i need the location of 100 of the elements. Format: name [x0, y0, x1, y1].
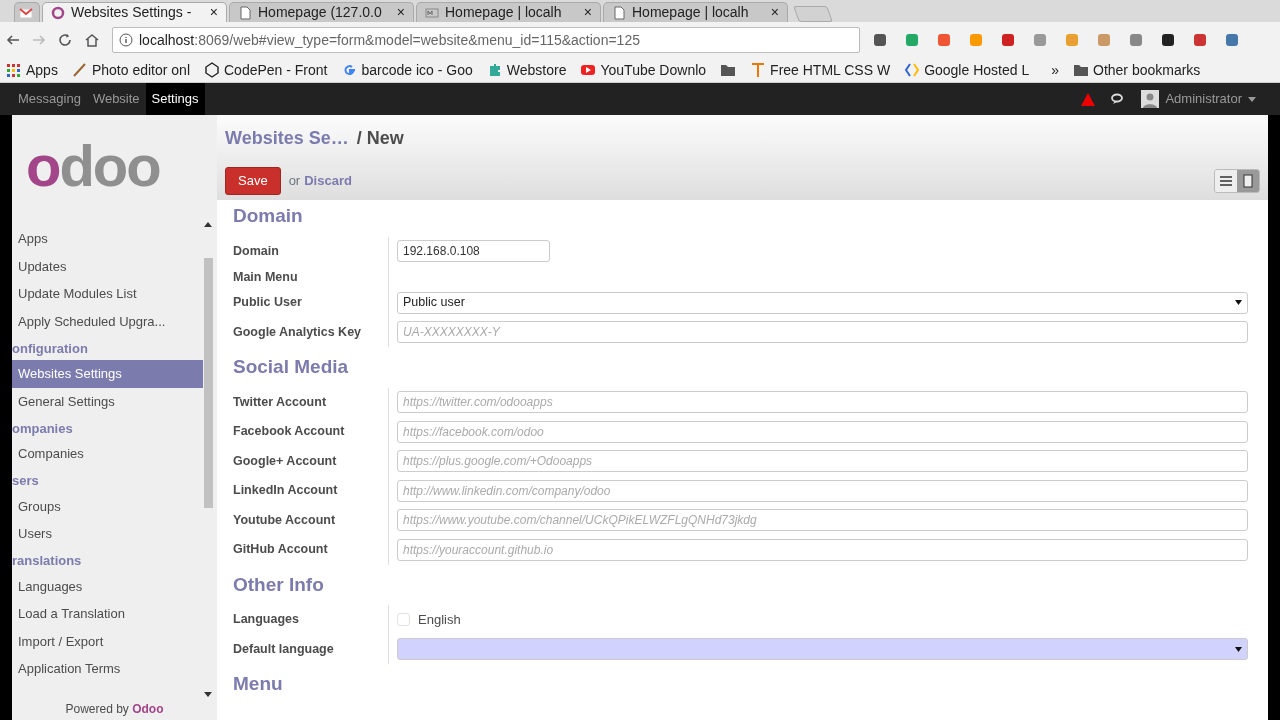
sidebar-item[interactable]: Groups: [12, 492, 203, 520]
top-menu-item[interactable]: Messaging: [12, 83, 87, 115]
browser-tab[interactable]: Homepage (127.0.0 ×: [229, 2, 414, 22]
gmail-icon: [19, 5, 33, 20]
field-label: Default language: [233, 640, 335, 658]
save-button[interactable]: Save: [225, 167, 281, 195]
field-label: Domain: [233, 242, 280, 260]
field-label: Google+ Account: [233, 452, 338, 470]
sidebar-item[interactable]: Load a Translation: [12, 600, 203, 628]
more-bookmarks-button[interactable]: »: [1051, 59, 1059, 81]
extension-icon[interactable]: [1160, 32, 1176, 48]
scrollbar-thumb[interactable]: [204, 258, 213, 508]
top-menu-item[interactable]: Website: [86, 83, 146, 115]
sidebar-item[interactable]: Apply Scheduled Upgra...: [12, 307, 203, 335]
sidebar-item[interactable]: Websites Settings: [12, 360, 203, 388]
sidebar-item[interactable]: Apps: [12, 225, 203, 253]
warning-icon[interactable]: [1081, 92, 1096, 106]
browser-tab[interactable]: Homepage | localh ×: [416, 2, 601, 22]
bookmark[interactable]: Apps: [6, 59, 58, 81]
chat-icon[interactable]: [1111, 93, 1126, 105]
field-label: Main Menu: [233, 268, 299, 286]
bookmark[interactable]: barcode ico - Goo: [341, 59, 473, 81]
form-view-icon[interactable]: [1243, 173, 1253, 188]
browser-tab[interactable]: Websites Settings - ×: [42, 2, 227, 22]
input-field[interactable]: UA-XXXXXXXX-Y: [397, 321, 1248, 344]
menu-section-header: ompanies: [12, 419, 74, 438]
close-icon[interactable]: ×: [209, 3, 218, 22]
field-label: Google Analytics Key: [233, 323, 363, 341]
bookmark[interactable]: Photo editor onl: [71, 59, 190, 81]
avatar-icon: [1141, 90, 1160, 108]
codepen-icon: [204, 62, 220, 78]
breadcrumb-link[interactable]: Websites Se…: [225, 128, 349, 148]
bookmark[interactable]: [720, 62, 737, 78]
back-icon[interactable]: [6, 33, 20, 47]
info-icon: [119, 33, 133, 47]
bookmark[interactable]: Free HTML CSS W: [750, 59, 891, 81]
top-menu-item[interactable]: Settings: [145, 83, 205, 115]
input-field[interactable]: https://plus.google.com/+Odooapps: [397, 450, 1248, 473]
scroll-up-icon[interactable]: [204, 222, 212, 227]
field-label: Twitter Account: [233, 393, 328, 411]
section-title: Social Media: [233, 355, 350, 379]
select-field[interactable]: Public user: [397, 291, 1248, 314]
powered-by-text: Powered by Odoo: [64, 701, 165, 718]
field-label: Public User: [233, 294, 303, 312]
extension-icon[interactable]: [872, 32, 888, 48]
bookmark[interactable]: CodePen - Front: [204, 59, 328, 81]
field-label: Facebook Account: [233, 423, 346, 441]
caret-icon: [1248, 96, 1256, 102]
section-title: Domain: [233, 204, 304, 228]
scroll-down-icon[interactable]: [204, 692, 212, 697]
sidebar-item[interactable]: Updates: [12, 252, 203, 280]
sidebar-item[interactable]: Import / Export: [12, 627, 203, 655]
t-icon: [750, 62, 767, 78]
home-icon[interactable]: [84, 33, 100, 47]
sidebar-item[interactable]: Languages: [12, 572, 203, 600]
folder-icon: [1073, 62, 1089, 78]
input-field[interactable]: 192.168.0.108: [397, 240, 550, 263]
sidebar-item[interactable]: Companies: [12, 440, 203, 468]
input-field[interactable]: https://www.youtube.com/channel/UCkQPikELWZFLgQNHd73jkdg: [397, 509, 1248, 532]
input-field[interactable]: https://twitter.com/odooapps: [397, 391, 1248, 414]
checkbox[interactable]: [397, 613, 410, 627]
checkbox-label: English: [418, 611, 461, 629]
field-label: Youtube Account: [233, 511, 337, 529]
circle-icon: [51, 5, 65, 20]
page-icon: [612, 5, 626, 20]
bookmark[interactable]: Webstore: [486, 59, 567, 81]
field-label: Languages: [233, 611, 300, 629]
apps-icon: [6, 62, 22, 78]
input-field[interactable]: http://www.linkedin.com/company/odoo: [397, 479, 1248, 502]
bookmark[interactable]: YouTube Downlo: [580, 59, 707, 81]
sidebar-item[interactable]: Users: [12, 520, 203, 548]
m-icon: [425, 5, 439, 20]
sidebar-item[interactable]: Application Terms: [12, 655, 203, 683]
reload-icon[interactable]: [58, 33, 72, 47]
sidebar-item[interactable]: General Settings: [12, 387, 203, 415]
close-icon[interactable]: ×: [583, 3, 592, 22]
youtube-icon: [580, 62, 597, 78]
select-field[interactable]: [397, 638, 1248, 661]
list-view-icon[interactable]: [1220, 175, 1232, 186]
menu-section-header: ranslations: [12, 552, 83, 570]
or-text: or: [288, 172, 301, 190]
browser-tab[interactable]: [14, 2, 40, 22]
pen-icon: [71, 62, 88, 78]
input-field[interactable]: https://youraccount.github.io: [397, 538, 1248, 561]
close-icon[interactable]: ×: [770, 3, 779, 22]
caret-icon: [1235, 646, 1242, 652]
field-label: LinkedIn Account: [233, 482, 339, 500]
bookmark[interactable]: Google Hosted L: [904, 59, 1030, 81]
user-menu[interactable]: Administrator: [1165, 89, 1242, 109]
section-title: Menu: [233, 672, 284, 696]
address-bar[interactable]: localhost:8069/web#view_type=form&model=website&menu_id=115&action=125: [112, 27, 860, 53]
menu-section-header: sers: [12, 472, 40, 490]
bookmark[interactable]: Other bookmarks: [1073, 59, 1201, 81]
logo: odoo: [25, 131, 161, 200]
sidebar-item[interactable]: Update Modules List: [12, 280, 203, 308]
brackets-icon: [904, 62, 921, 78]
input-field[interactable]: https://facebook.com/odoo: [397, 420, 1248, 443]
breadcrumb-current: / New: [356, 128, 404, 148]
close-icon[interactable]: ×: [396, 3, 405, 22]
browser-tab[interactable]: Homepage | localh ×: [603, 2, 788, 22]
